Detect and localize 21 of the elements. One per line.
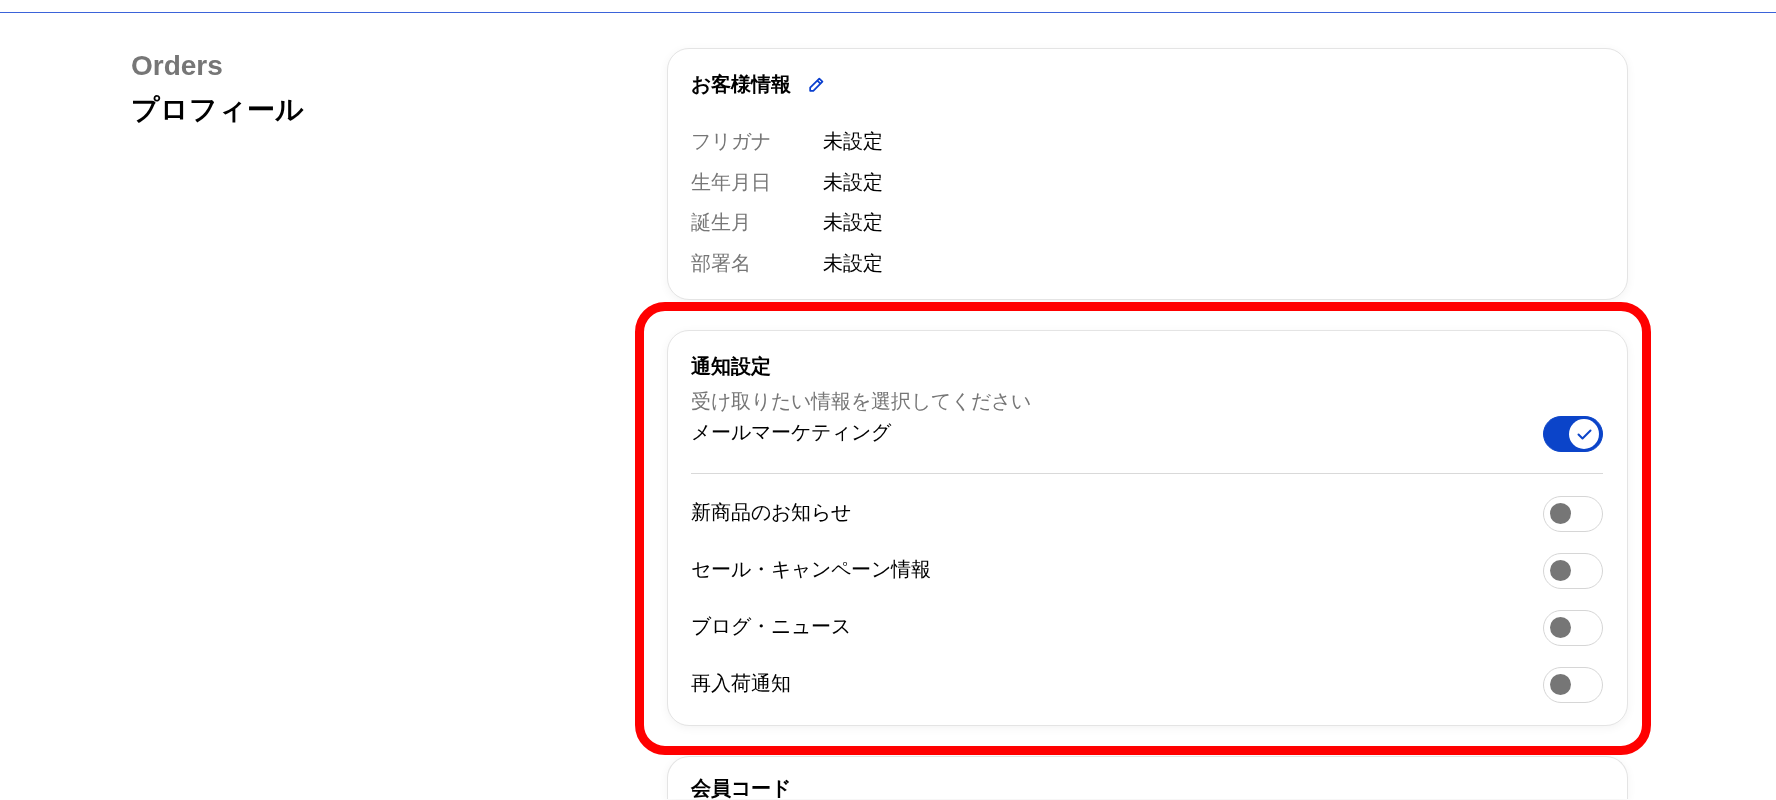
field-value: 未設定	[823, 169, 883, 195]
field-label: フリガナ	[691, 129, 772, 155]
toggle-label: 再入荷通知	[691, 670, 791, 696]
card-title: 会員コード	[691, 778, 791, 798]
field-label: 誕生月	[691, 210, 752, 236]
toggle-label: セール・キャンペーン情報	[691, 556, 931, 582]
card-subtitle: 受け取りたい情報を選択してください	[691, 389, 1031, 414]
card-title: 通知設定	[691, 354, 771, 379]
toggle-switch[interactable]	[1543, 416, 1603, 452]
toggle-label: メールマーケティング	[691, 420, 891, 445]
page-title: プロフィール	[131, 93, 304, 127]
field-label: 部署名	[691, 250, 752, 276]
toggle-label: 新商品のお知らせ	[691, 499, 851, 525]
field-label: 生年月日	[691, 169, 772, 195]
field-value: 未設定	[823, 250, 883, 276]
card-title: お客様情報	[691, 72, 791, 97]
check-icon	[1576, 428, 1592, 440]
breadcrumb-link[interactable]: Orders	[131, 48, 223, 84]
field-value: 未設定	[823, 210, 883, 236]
toggle-label: ブログ・ニュース	[691, 613, 851, 639]
field-value: 未設定	[823, 129, 883, 155]
